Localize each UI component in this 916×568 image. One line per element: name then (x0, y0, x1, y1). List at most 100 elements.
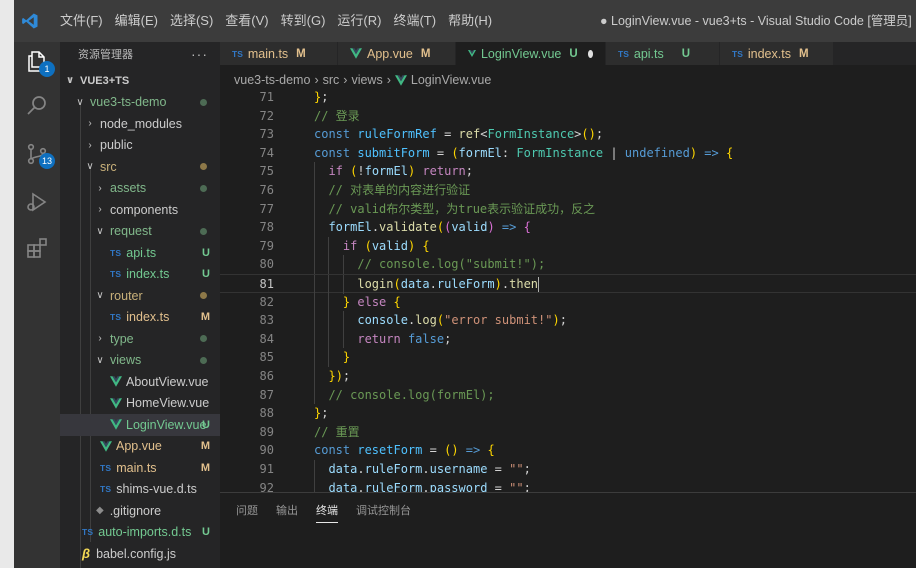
code-line[interactable]: 73 const ruleFormRef = ref<FormInstance>(… (220, 125, 916, 144)
code-line[interactable]: 77 // valid布尔类型，为true表示验证成功，反之 (220, 199, 916, 219)
code-line[interactable]: 76 // 对表单的内容进行验证 (220, 181, 916, 200)
tree-item-file-selected[interactable]: LoginView.vue U (60, 414, 220, 436)
code-line[interactable]: 84 return false; (220, 329, 916, 349)
vue-file-icon (468, 50, 476, 57)
run-debug-icon[interactable] (21, 186, 53, 218)
tree-item-file[interactable]: TS shims-vue.d.ts (60, 479, 220, 501)
code-line[interactable]: 71}; (220, 88, 916, 107)
menu-selection[interactable]: 选择(S) (164, 0, 219, 42)
tab-loginview-vue[interactable]: LoginView.vue U (456, 42, 606, 65)
code-line[interactable]: 78 formEl.validate((valid) => { (220, 218, 916, 237)
typescript-file-icon: TS (232, 48, 243, 59)
breadcrumb-item[interactable]: LoginView.vue (411, 73, 491, 87)
vue-file-icon (100, 441, 112, 452)
tree-item-file[interactable]: TS auto-imports.d.ts U (60, 522, 220, 544)
typescript-file-icon: TS (732, 48, 743, 59)
code-line[interactable]: 79 if (valid) { (220, 236, 916, 256)
code-editor[interactable]: 71}; 72// 登录 73 const ruleFormRef = ref<For… (220, 88, 916, 492)
code-line[interactable]: 91 data.ruleForm.username = ""; (220, 460, 916, 479)
line-number: 78 (259, 220, 274, 235)
text-cursor (538, 277, 540, 292)
code-line[interactable]: 87 // console.log(formEl); (220, 385, 916, 405)
line-number: 90 (259, 443, 274, 458)
tree-item-file[interactable]: TS main.ts M (60, 457, 220, 479)
tab-api-ts[interactable]: TS api.ts U (606, 42, 720, 65)
line-number: 87 (259, 387, 274, 402)
menu-terminal[interactable]: 终端(T) (387, 0, 442, 42)
tree-item-file[interactable]: AboutView.vue (60, 371, 220, 393)
code-line[interactable]: 92 data.ruleForm.password = ""; (220, 478, 916, 492)
menu-edit[interactable]: 编辑(E) (109, 0, 164, 42)
code-line[interactable]: 80 // console.log("submit!"); (220, 255, 916, 274)
tree-item-folder[interactable]: ∨ src (60, 156, 220, 178)
tree-item-folder[interactable]: ∨ router (60, 285, 220, 307)
tab-app-vue[interactable]: App.vue M (338, 42, 456, 65)
tree-item-folder[interactable]: ∨ views (60, 350, 220, 372)
menu-go[interactable]: 转到(G) (275, 0, 332, 42)
line-number: 71 (259, 90, 274, 104)
tree-item-folder[interactable]: › node_modules (60, 113, 220, 135)
tree-item-file[interactable]: β babel.config.js (60, 543, 220, 565)
search-icon[interactable] (21, 90, 53, 122)
tree-item-folder[interactable]: ∨ request (60, 221, 220, 243)
tree-item-folder[interactable]: › public (60, 135, 220, 157)
tree-item-file[interactable]: TS index.ts U (60, 264, 220, 286)
line-number: 75 (259, 164, 274, 179)
menu-file[interactable]: 文件(F) (54, 0, 109, 42)
tab-index-ts[interactable]: TS index.ts M (720, 42, 834, 65)
chevron-down-icon: ∨ (76, 96, 84, 108)
explorer-icon[interactable]: 1 (21, 46, 55, 78)
tab-problems[interactable]: 问题 (236, 498, 258, 522)
tab-main-ts[interactable]: TS main.ts M (220, 42, 338, 65)
vue-file-icon (394, 74, 407, 86)
code-line[interactable]: 72 // 登录 (220, 107, 916, 126)
code-line[interactable]: 75 if (!formEl) return; (220, 162, 916, 181)
tree-item-folder[interactable]: › assets (60, 178, 220, 200)
more-actions-icon[interactable]: ··· (191, 46, 208, 62)
tree-item-file[interactable]: HomeView.vue (60, 393, 220, 415)
code-line[interactable]: 90 const resetForm = () => { (220, 441, 916, 460)
line-number: 73 (259, 127, 274, 142)
tree-item-file[interactable]: ◆ .gitignore (60, 500, 220, 522)
chevron-right-icon: › (98, 182, 102, 194)
code-line[interactable]: 74 const submitForm = (formEl: FormInstan… (220, 144, 916, 163)
tree-item-file[interactable]: TS index.ts M (60, 307, 220, 329)
tab-output[interactable]: 输出 (276, 498, 298, 522)
code-line[interactable]: 82 } else { (220, 292, 916, 312)
menu-view[interactable]: 查看(V) (219, 0, 274, 42)
tab-git-status: U (569, 47, 578, 60)
tab-terminal[interactable]: 终端 (316, 498, 338, 523)
tab-git-status: U (681, 47, 691, 60)
code-line[interactable]: 85 } (220, 348, 916, 367)
git-status-badge: M (200, 440, 210, 453)
code-text: return false; (357, 331, 452, 346)
breadcrumb-item[interactable]: src (323, 73, 340, 87)
typescript-file-icon: TS (110, 269, 122, 280)
tab-debug-console[interactable]: 调试控制台 (356, 498, 411, 522)
tree-item-file[interactable]: TS api.ts U (60, 242, 220, 264)
code-line[interactable]: 83 console.log("error submit!"); (220, 311, 916, 330)
git-status-dot (200, 98, 207, 106)
code-line[interactable]: 81 login(data.ruleForm).then (220, 274, 916, 294)
code-line[interactable]: 88}; (220, 404, 916, 423)
tab-git-status: M (420, 47, 431, 60)
menu-help[interactable]: 帮助(H) (442, 0, 498, 42)
tree-item-folder[interactable]: › components (60, 199, 220, 221)
tree-root[interactable]: ∨ VUE3+TS (60, 70, 220, 92)
breadcrumb-item[interactable]: views (351, 73, 382, 87)
code-text: if (valid) { (342, 238, 430, 253)
tree-item-folder[interactable]: ∨ vue3-ts-demo (60, 92, 220, 114)
bottom-panel: 问题 输出 终端 调试控制台 (220, 492, 916, 568)
tree-item-file[interactable]: App.vue M (60, 436, 220, 458)
git-file-icon: ◆ (96, 505, 104, 517)
unsaved-dot-icon[interactable] (587, 49, 593, 58)
code-text: }); (328, 369, 351, 383)
tree-item-folder[interactable]: › type (60, 328, 220, 350)
source-control-icon[interactable]: 13 (21, 138, 55, 170)
code-line[interactable]: 86 }); (220, 367, 916, 386)
menu-run[interactable]: 运行(R) (331, 0, 387, 42)
extensions-icon[interactable] (21, 232, 53, 264)
breadcrumb-item[interactable]: vue3-ts-demo (234, 73, 310, 87)
vue-file-icon (350, 48, 362, 59)
code-line[interactable]: 89 // 重置 (220, 423, 916, 442)
